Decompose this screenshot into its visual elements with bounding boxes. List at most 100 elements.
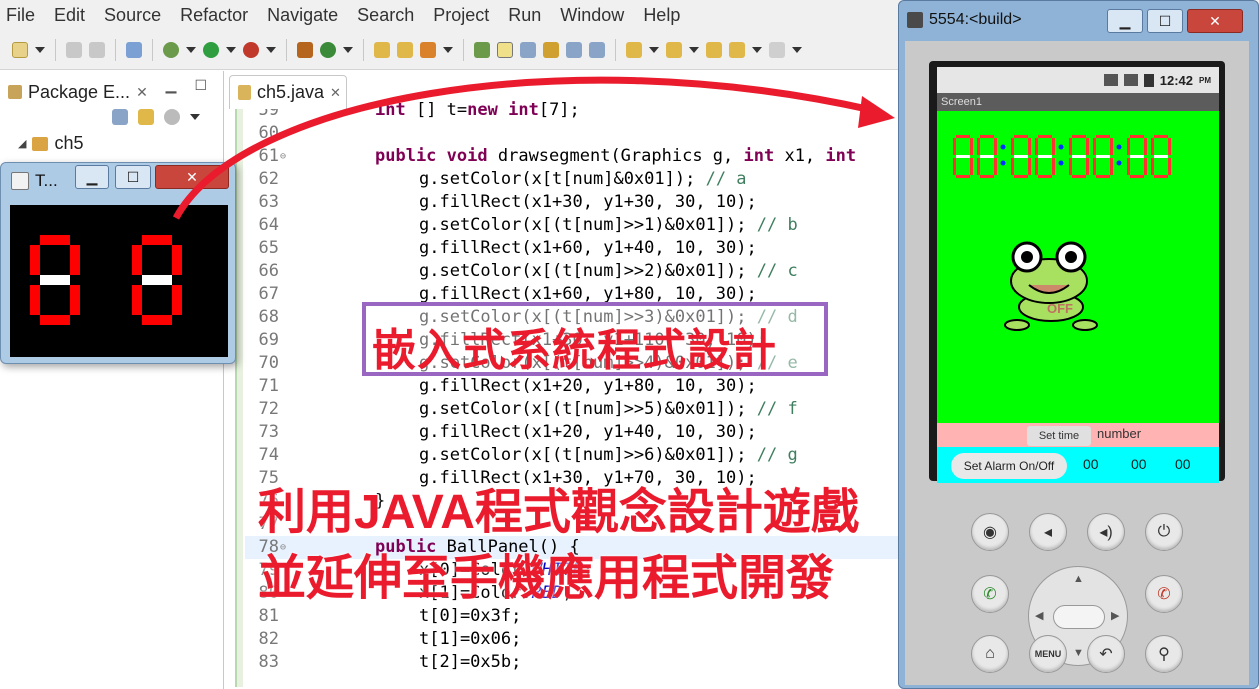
- code-line[interactable]: 64 g.setColor(x[(t[num]>>1)&0x01]); // b: [245, 214, 905, 237]
- frame-titlebar[interactable]: T...: [11, 171, 58, 191]
- package-explorer-tab[interactable]: Package E... ✕: [8, 77, 148, 107]
- new-class-dropdown-icon[interactable]: [343, 46, 353, 53]
- code-line[interactable]: 65 g.fillRect(x1+60, y1+40, 10, 30);: [245, 237, 905, 260]
- menu-button-icon[interactable]: MENU: [1029, 635, 1067, 673]
- new-icon[interactable]: [12, 41, 28, 58]
- toggle-mark-icon[interactable]: [474, 41, 490, 58]
- maximize-button[interactable]: ☐: [115, 165, 151, 189]
- previous-annotation-dropdown-icon[interactable]: [689, 46, 699, 53]
- save-all-icon[interactable]: [89, 41, 105, 58]
- close-tab-icon[interactable]: ✕: [136, 84, 148, 101]
- call-icon[interactable]: ✆: [971, 575, 1009, 613]
- close-button[interactable]: ✕: [155, 165, 229, 189]
- camera-button-icon[interactable]: ◉: [971, 513, 1009, 551]
- highlight-icon[interactable]: [497, 41, 513, 58]
- close-tab-icon[interactable]: ✕: [330, 85, 341, 101]
- dpad-left-icon[interactable]: ◀: [1035, 609, 1043, 622]
- view-menu-icon[interactable]: [164, 109, 180, 125]
- dpad-down-icon[interactable]: ▼: [1073, 647, 1084, 659]
- forward-icon[interactable]: [769, 41, 785, 58]
- phone-screen[interactable]: 12:42 PM Screen1 OFF Set time number Set…: [929, 61, 1225, 483]
- skip-breakpoints-icon[interactable]: [126, 41, 142, 58]
- dpad-center-button[interactable]: [1053, 605, 1105, 629]
- menu-help[interactable]: Help: [643, 5, 680, 26]
- block-select-icon[interactable]: [543, 41, 559, 58]
- menu-edit[interactable]: Edit: [54, 5, 85, 26]
- new-dropdown-icon[interactable]: [35, 46, 45, 53]
- format-icon[interactable]: [589, 41, 605, 58]
- minimize-button[interactable]: ▁: [75, 165, 109, 189]
- app-canvas[interactable]: OFF: [937, 111, 1219, 423]
- minimize-button[interactable]: ▁: [1107, 9, 1143, 33]
- menu-run[interactable]: Run: [508, 5, 541, 26]
- power-icon[interactable]: ⏻: [1145, 513, 1183, 551]
- code-line[interactable]: 71 g.fillRect(x1+20, y1+80, 10, 30);: [245, 375, 905, 398]
- home-icon[interactable]: ⌂: [971, 635, 1009, 673]
- android-emulator-window[interactable]: 5554:<build> ▁ ☐ ✕ 12:42 PM Screen1 OFF …: [898, 0, 1259, 689]
- code-line[interactable]: 81 t[0]=0x3f;: [245, 605, 905, 628]
- minimize-view-icon[interactable]: ▁: [166, 77, 177, 94]
- debug-dropdown-icon[interactable]: [186, 46, 196, 53]
- next-annotation-icon[interactable]: [626, 41, 642, 58]
- expand-arrow-icon[interactable]: ◢: [18, 137, 26, 150]
- code-line[interactable]: 62 g.setColor(x[t[num]&0x01]); // a: [245, 168, 905, 191]
- menu-file[interactable]: File: [6, 5, 35, 26]
- open-type-icon[interactable]: [374, 41, 390, 58]
- volume-up-icon[interactable]: ◂): [1087, 513, 1125, 551]
- last-edit-icon[interactable]: [706, 41, 722, 58]
- code-line[interactable]: 63 g.fillRect(x1+30, y1+30, 30, 10);: [245, 191, 905, 214]
- menu-project[interactable]: Project: [433, 5, 489, 26]
- emulator-titlebar[interactable]: 5554:<build>: [907, 11, 1022, 29]
- show-whitespace-icon[interactable]: [520, 41, 536, 58]
- open-resource-icon[interactable]: [397, 41, 413, 58]
- code-line[interactable]: 82 t[1]=0x06;: [245, 628, 905, 651]
- back-icon[interactable]: [729, 41, 745, 58]
- external-tools-icon[interactable]: [243, 41, 259, 58]
- search-icon[interactable]: ⚲: [1145, 635, 1183, 673]
- new-package-icon[interactable]: [297, 41, 313, 58]
- debug-icon[interactable]: [163, 41, 179, 58]
- search-icon[interactable]: [420, 41, 436, 58]
- back-icon[interactable]: ↶: [1087, 635, 1125, 673]
- maximize-button[interactable]: ☐: [1147, 9, 1183, 33]
- close-button[interactable]: ✕: [1187, 9, 1243, 33]
- menu-search[interactable]: Search: [357, 5, 414, 26]
- save-icon[interactable]: [66, 41, 82, 58]
- menu-window[interactable]: Window: [560, 5, 624, 26]
- tree-item-ch5[interactable]: ◢ ch5: [18, 133, 84, 154]
- code-line[interactable]: 74 g.setColor(x[(t[num]>>6)&0x01]); // g: [245, 444, 905, 467]
- menu-refactor[interactable]: Refactor: [180, 5, 248, 26]
- code-line[interactable]: 72 g.setColor(x[(t[num]>>5)&0x01]); // f: [245, 398, 905, 421]
- code-line[interactable]: 66 g.setColor(x[(t[num]>>2)&0x01]); // c: [245, 260, 905, 283]
- fold-toggle-icon[interactable]: ⊖: [280, 145, 286, 168]
- collapse-all-icon[interactable]: [112, 109, 128, 125]
- code-line[interactable]: 60: [245, 122, 905, 145]
- set-time-button[interactable]: Set time: [1027, 426, 1091, 446]
- view-menu-dropdown-icon[interactable]: [190, 114, 200, 120]
- previous-annotation-icon[interactable]: [666, 41, 682, 58]
- word-wrap-icon[interactable]: [566, 41, 582, 58]
- frog-alarm-icon[interactable]: [1004, 241, 1098, 331]
- menu-navigate[interactable]: Navigate: [267, 5, 338, 26]
- new-class-icon[interactable]: [320, 41, 336, 58]
- link-with-editor-icon[interactable]: [138, 109, 154, 125]
- next-annotation-dropdown-icon[interactable]: [649, 46, 659, 53]
- external-tools-dropdown-icon[interactable]: [266, 46, 276, 53]
- dpad-up-icon[interactable]: ▲: [1073, 573, 1084, 585]
- code-line[interactable]: 83 t[2]=0x5b;: [245, 651, 905, 674]
- java-app-frame[interactable]: T... ▁ ☐ ✕: [0, 162, 236, 364]
- run-dropdown-icon[interactable]: [226, 46, 236, 53]
- back-dropdown-icon[interactable]: [752, 46, 762, 53]
- maximize-view-icon[interactable]: ☐: [194, 77, 207, 94]
- editor-tab-ch5-java[interactable]: ch5.java ✕: [229, 75, 347, 109]
- end-call-icon[interactable]: ✆: [1145, 575, 1183, 613]
- forward-dropdown-icon[interactable]: [792, 46, 802, 53]
- code-line[interactable]: 73 g.fillRect(x1+20, y1+40, 10, 30);: [245, 421, 905, 444]
- run-icon[interactable]: [203, 41, 219, 58]
- volume-down-icon[interactable]: ◂: [1029, 513, 1067, 551]
- menu-source[interactable]: Source: [104, 5, 161, 26]
- code-line[interactable]: 61 ⊖ public void drawsegment(Graphics g, i…: [245, 145, 905, 168]
- search-dropdown-icon[interactable]: [443, 46, 453, 53]
- dpad-right-icon[interactable]: ▶: [1111, 609, 1119, 622]
- set-alarm-button[interactable]: Set Alarm On/Off: [951, 453, 1067, 479]
